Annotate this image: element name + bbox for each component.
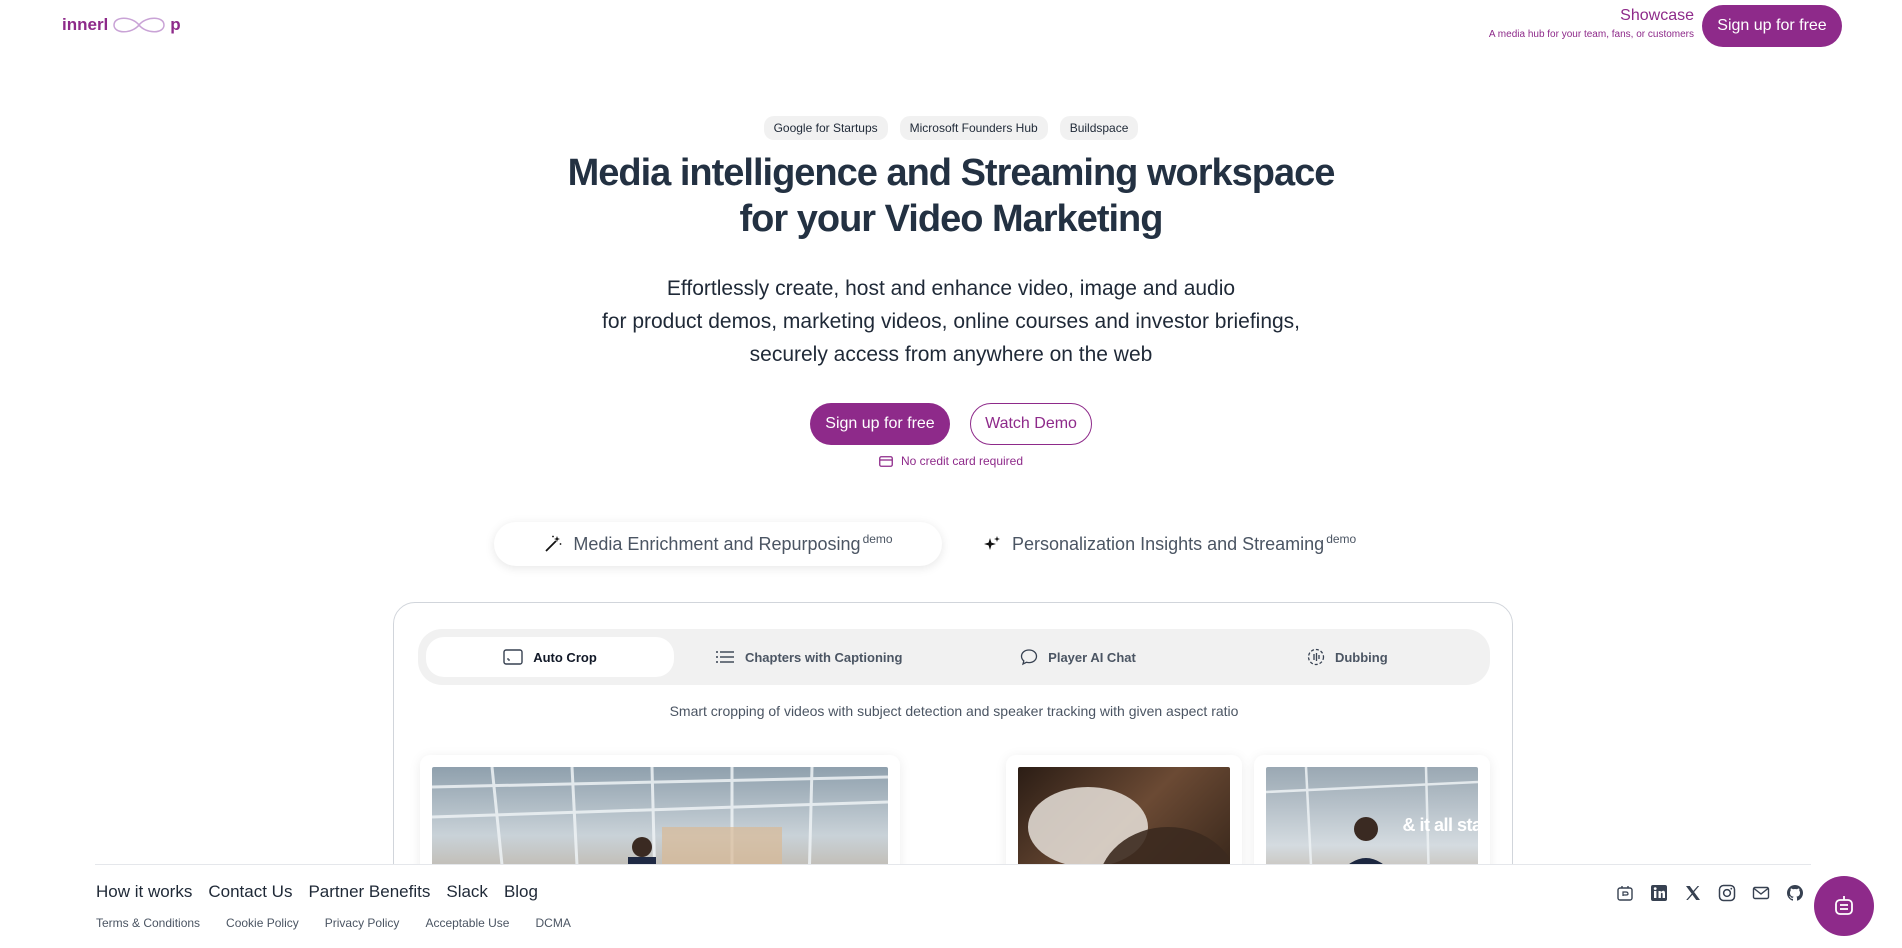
badge-microsoft: Microsoft Founders Hub (899, 116, 1048, 140)
subtab-chapters[interactable]: Chapters with Captioning (674, 637, 943, 677)
showcase-title[interactable]: Showcase (1489, 7, 1694, 25)
linkedin-icon[interactable] (1650, 884, 1668, 902)
hero-subtitle: Effortlessly create, host and enhance vi… (0, 272, 1902, 371)
instagram-icon[interactable] (1718, 884, 1736, 902)
hero-title-line2: for your Video Marketing (739, 198, 1164, 240)
producthunt-icon[interactable] (1616, 884, 1634, 902)
subtab-chapters-label: Chapters with Captioning (744, 649, 903, 665)
footer-link-blog[interactable]: Blog (504, 882, 538, 902)
footer-link-privacy[interactable]: Privacy Policy (325, 916, 400, 930)
crop-frame-icon (503, 649, 523, 665)
subtab-dubbing-label: Dubbing (1334, 649, 1388, 665)
hero-title-line1: Media intelligence and Streaming workspa… (567, 152, 1336, 194)
showcase-subtitle: A media hub for your team, fans, or cust… (1488, 29, 1694, 40)
tab-personalization-label: Personalization Insights and Streaming (1012, 533, 1325, 554)
infinity-logo-icon (113, 17, 166, 33)
tab-media-enrichment-label: Media Enrichment and Repurposing (573, 533, 861, 554)
footer-link-cookie[interactable]: Cookie Policy (226, 916, 299, 930)
hero-subtitle-line3: securely access from anywhere on the web (749, 343, 1153, 366)
github-icon[interactable] (1786, 884, 1804, 902)
sub-tabs: Auto Crop Chapters with Captioning Playe… (418, 629, 1490, 685)
watch-demo-button[interactable]: Watch Demo (970, 403, 1092, 445)
subtab-auto-crop[interactable]: Auto Crop (426, 637, 674, 677)
social-icons (1616, 884, 1804, 902)
logo[interactable]: innerl p (62, 14, 181, 36)
badge-buildspace: Buildspace (1059, 116, 1139, 140)
footer-legal-links: Terms & Conditions Cookie Policy Privacy… (96, 916, 571, 930)
hero-title: Media intelligence and Streaming workspa… (0, 150, 1902, 242)
footer-link-contact[interactable]: Contact Us (208, 882, 292, 902)
mail-icon[interactable] (1752, 884, 1770, 902)
video-overlay-caption: & it all star (1402, 815, 1478, 835)
card-description: Smart cropping of videos with subject de… (669, 703, 1239, 719)
footer-link-how-it-works[interactable]: How it works (96, 882, 192, 902)
tab-personalization[interactable]: Personalization Insights and Streaming d… (942, 522, 1396, 566)
footer-link-acceptable-use[interactable]: Acceptable Use (425, 916, 509, 930)
cta-row: Sign up for free Watch Demo (0, 403, 1902, 445)
list-icon (715, 651, 734, 663)
footer-link-terms[interactable]: Terms & Conditions (96, 916, 200, 930)
chat-widget-button[interactable] (1814, 876, 1874, 936)
audio-icon (1307, 648, 1325, 666)
footer-links: How it works Contact Us Partner Benefits… (96, 882, 538, 902)
subtab-player-ai-chat[interactable]: Player AI Chat (943, 637, 1212, 677)
header-signup-button[interactable]: Sign up for free (1702, 5, 1842, 47)
showcase-link[interactable]: Showcase A media hub for your team, fans… (1489, 7, 1694, 40)
tab-media-enrichment[interactable]: Media Enrichment and Repurposing demo (494, 522, 942, 566)
logo-text-right: p (170, 15, 181, 34)
subtab-dubbing[interactable]: Dubbing (1213, 637, 1482, 677)
tab-media-enrichment-sup: demo (862, 532, 893, 546)
no-credit-card-note: No credit card required (0, 454, 1902, 468)
hero-subtitle-line2: for product demos, marketing videos, onl… (601, 310, 1301, 333)
x-icon[interactable] (1684, 884, 1702, 902)
footer-link-slack[interactable]: Slack (446, 882, 488, 902)
footer-divider (95, 864, 1811, 865)
logo-text-left: innerl (62, 15, 109, 34)
credit-card-icon (879, 455, 893, 467)
no-credit-card-text: No credit card required (900, 454, 1024, 468)
main-tabs: Media Enrichment and Repurposing demo Pe… (494, 522, 1396, 566)
hero-subtitle-line1: Effortlessly create, host and enhance vi… (666, 277, 1236, 300)
tab-personalization-sup: demo (1326, 532, 1357, 546)
partner-badges: Google for Startups Microsoft Founders H… (0, 116, 1902, 140)
footer-link-dcma[interactable]: DCMA (535, 916, 570, 930)
header: innerl p Showcase A media hub for your t… (0, 0, 1902, 58)
footer: How it works Contact Us Partner Benefits… (0, 864, 1902, 948)
footer-link-partner-benefits[interactable]: Partner Benefits (308, 882, 430, 902)
hero-signup-button[interactable]: Sign up for free (810, 403, 950, 445)
bot-icon (1835, 896, 1853, 915)
subtab-auto-crop-label: Auto Crop (533, 649, 597, 665)
subtab-player-ai-chat-label: Player AI Chat (1048, 649, 1136, 665)
chat-icon (1021, 649, 1038, 666)
badge-google: Google for Startups (763, 116, 888, 140)
magic-wand-icon (545, 535, 562, 552)
sparkles-icon (984, 536, 1000, 550)
